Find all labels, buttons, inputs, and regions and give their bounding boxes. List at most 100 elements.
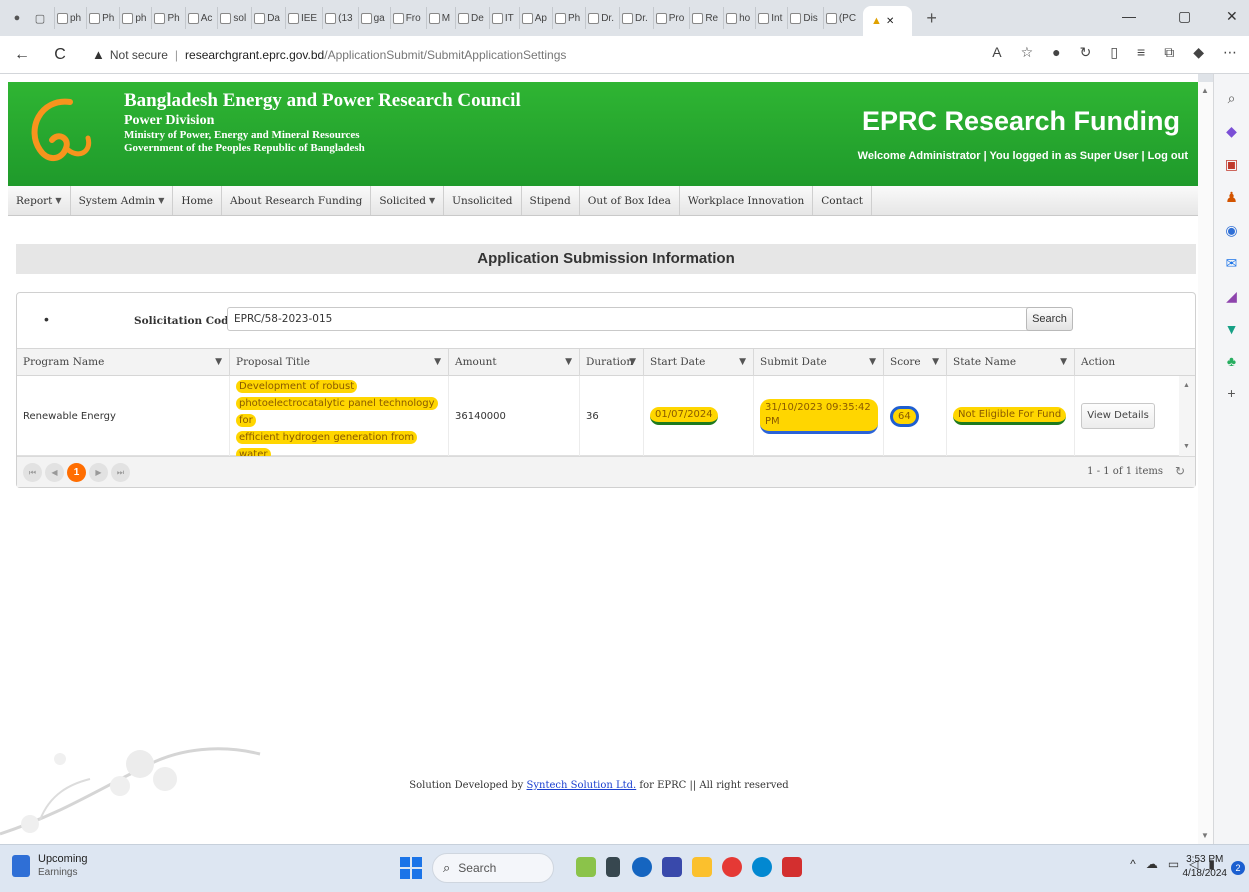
menu-item[interactable]: Workplace Innovation [680,186,814,215]
browser-tab[interactable]: (13 [322,7,354,29]
menu-item[interactable]: Unsolicited [444,186,522,215]
browser-tab[interactable]: Dr. [585,7,616,29]
logout-link[interactable]: Log out [1148,150,1188,162]
refresh-button[interactable]: C [48,46,72,64]
browser-tab[interactable]: Ph [551,7,582,29]
app-icon[interactable] [576,857,596,877]
shopping-icon[interactable]: ◆ [1226,123,1237,140]
next-page-button[interactable]: ▶ [89,463,108,482]
menu-item[interactable]: Report ▼ [8,186,71,215]
menu-item[interactable]: Stipend [522,186,580,215]
onedrive-icon[interactable]: ☁ [1146,857,1158,871]
browser-tab[interactable]: ph [54,7,83,29]
search-button[interactable]: Search [1026,307,1073,331]
browser-tab[interactable]: IT [488,7,516,29]
menu-item[interactable]: System Admin ▼ [71,186,174,215]
browser-tab[interactable]: Ac [184,7,215,29]
solicitation-code-input[interactable]: EPRC/58-2023-015 [227,307,1039,331]
browser-tab[interactable]: Int [755,7,784,29]
office-icon[interactable]: ◉ [1225,222,1237,239]
add-sidebar-icon[interactable]: + [1227,385,1235,401]
browser-tab[interactable]: De [455,7,486,29]
network-icon[interactable]: ▭ [1168,857,1179,871]
browser-tab[interactable]: Pro [652,7,687,29]
minimize-button[interactable]: — [1122,8,1136,24]
widgets-button[interactable]: Upcoming Earnings [12,853,88,879]
drop-icon[interactable]: ◢ [1226,288,1237,305]
search-icon[interactable]: ⌕ [1228,90,1236,107]
filter-icon[interactable]: ▼ [739,349,746,376]
browser-tab[interactable]: Dr. [618,7,650,29]
new-tab-button[interactable]: + [926,8,937,29]
restore-button[interactable]: ▢ [1178,8,1191,25]
browser-tab[interactable]: Re [689,7,720,29]
column-header[interactable]: Proposal Title ▼ [229,349,448,376]
profile-icon[interactable]: ● [8,9,26,27]
browser-tab[interactable]: M [425,7,452,29]
chevron-up-icon[interactable]: ^ [1130,857,1136,871]
browser-tab[interactable]: (PC [822,7,858,29]
column-header[interactable]: Program Name ▼ [17,349,229,376]
menu-item[interactable]: Out of Box Idea [580,186,680,215]
outlook-icon[interactable]: ✉ [1226,255,1238,272]
view-details-button[interactable]: View Details [1081,403,1155,429]
page-scrollbar[interactable]: ▲ ▼ [1198,82,1213,844]
extension-refresh-icon[interactable]: ↻ [1080,44,1092,61]
file-explorer-icon[interactable] [692,857,712,877]
browser-tab[interactable]: Ph [151,7,181,29]
column-header[interactable]: Duration ▼ [579,349,643,376]
prev-page-button[interactable]: ◀ [45,463,64,482]
grid-scrollbar[interactable]: ▲ ▼ [1179,376,1195,456]
current-page-button[interactable]: 1 [67,463,86,482]
browser-tab[interactable]: IEE [284,7,319,29]
first-page-button[interactable]: ⏮ [23,463,42,482]
window-close-button[interactable]: ✕ [1226,8,1238,25]
tab-close-icon[interactable]: ✕ [886,16,894,27]
menu-item[interactable]: Solicited ▼ [371,186,445,215]
browser-tab[interactable]: Dis [787,7,819,29]
scroll-down-icon[interactable]: ▼ [1201,831,1209,840]
filter-icon[interactable]: ▼ [1060,349,1067,376]
scroll-up-icon[interactable]: ▲ [1201,86,1209,95]
filter-icon[interactable]: ▼ [869,349,876,376]
menu-item[interactable]: Home [173,186,222,215]
read-aloud-icon[interactable]: A [992,44,1001,61]
teams-icon[interactable] [632,857,652,877]
copilot-icon[interactable]: ◆ [1193,44,1204,61]
chrome-icon[interactable] [722,857,742,877]
split-screen-icon[interactable]: ▯ [1110,44,1118,61]
scroll-down-icon[interactable]: ▼ [1183,443,1190,450]
games-icon[interactable]: ♟ [1225,189,1238,206]
url-field[interactable]: ▲ Not secure | researchgrant.eprc.gov.bd… [92,42,566,68]
last-page-button[interactable]: ⏭ [111,463,130,482]
column-header[interactable]: Amount ▼ [448,349,579,376]
favorite-star-icon[interactable]: ☆ [1021,44,1034,61]
filter-icon[interactable]: ▼ [932,349,939,376]
collections-icon[interactable]: ⧉ [1164,44,1174,61]
task-view-icon[interactable] [606,857,620,877]
browser-tab[interactable]: Ap [518,7,549,29]
notification-badge[interactable]: 2 [1231,861,1245,875]
designer-icon[interactable]: ▼ [1225,321,1239,337]
acrobat-icon[interactable] [782,857,802,877]
browser-tab[interactable]: Ph [86,7,116,29]
taskbar-search[interactable]: ⌕ Search [432,853,554,883]
tree-icon[interactable]: ♣ [1227,353,1236,369]
column-header[interactable]: State Name ▼ [946,349,1074,376]
grid-refresh-icon[interactable]: ↻ [1175,464,1185,478]
browser-tab[interactable]: Da [251,7,282,29]
edge-icon[interactable] [752,857,772,877]
back-button[interactable]: ← [10,46,34,64]
column-header[interactable]: Action [1074,349,1195,376]
browser-tab[interactable]: ho [723,7,752,29]
taskbar-clock[interactable]: 3:53 PM 4/18/2024 [1183,853,1228,881]
tab-active[interactable]: ▲ ✕ [863,6,913,36]
menu-item[interactable]: Contact [813,186,872,215]
filter-icon[interactable]: ▼ [434,349,441,376]
extension-icon[interactable]: ● [1052,44,1060,61]
browser-tab[interactable]: ph [119,7,148,29]
scroll-up-icon[interactable]: ▲ [1183,382,1190,389]
column-header[interactable]: Start Date ▼ [643,349,753,376]
favorites-icon[interactable]: ≡ [1137,44,1145,61]
filter-icon[interactable]: ▼ [215,349,222,376]
